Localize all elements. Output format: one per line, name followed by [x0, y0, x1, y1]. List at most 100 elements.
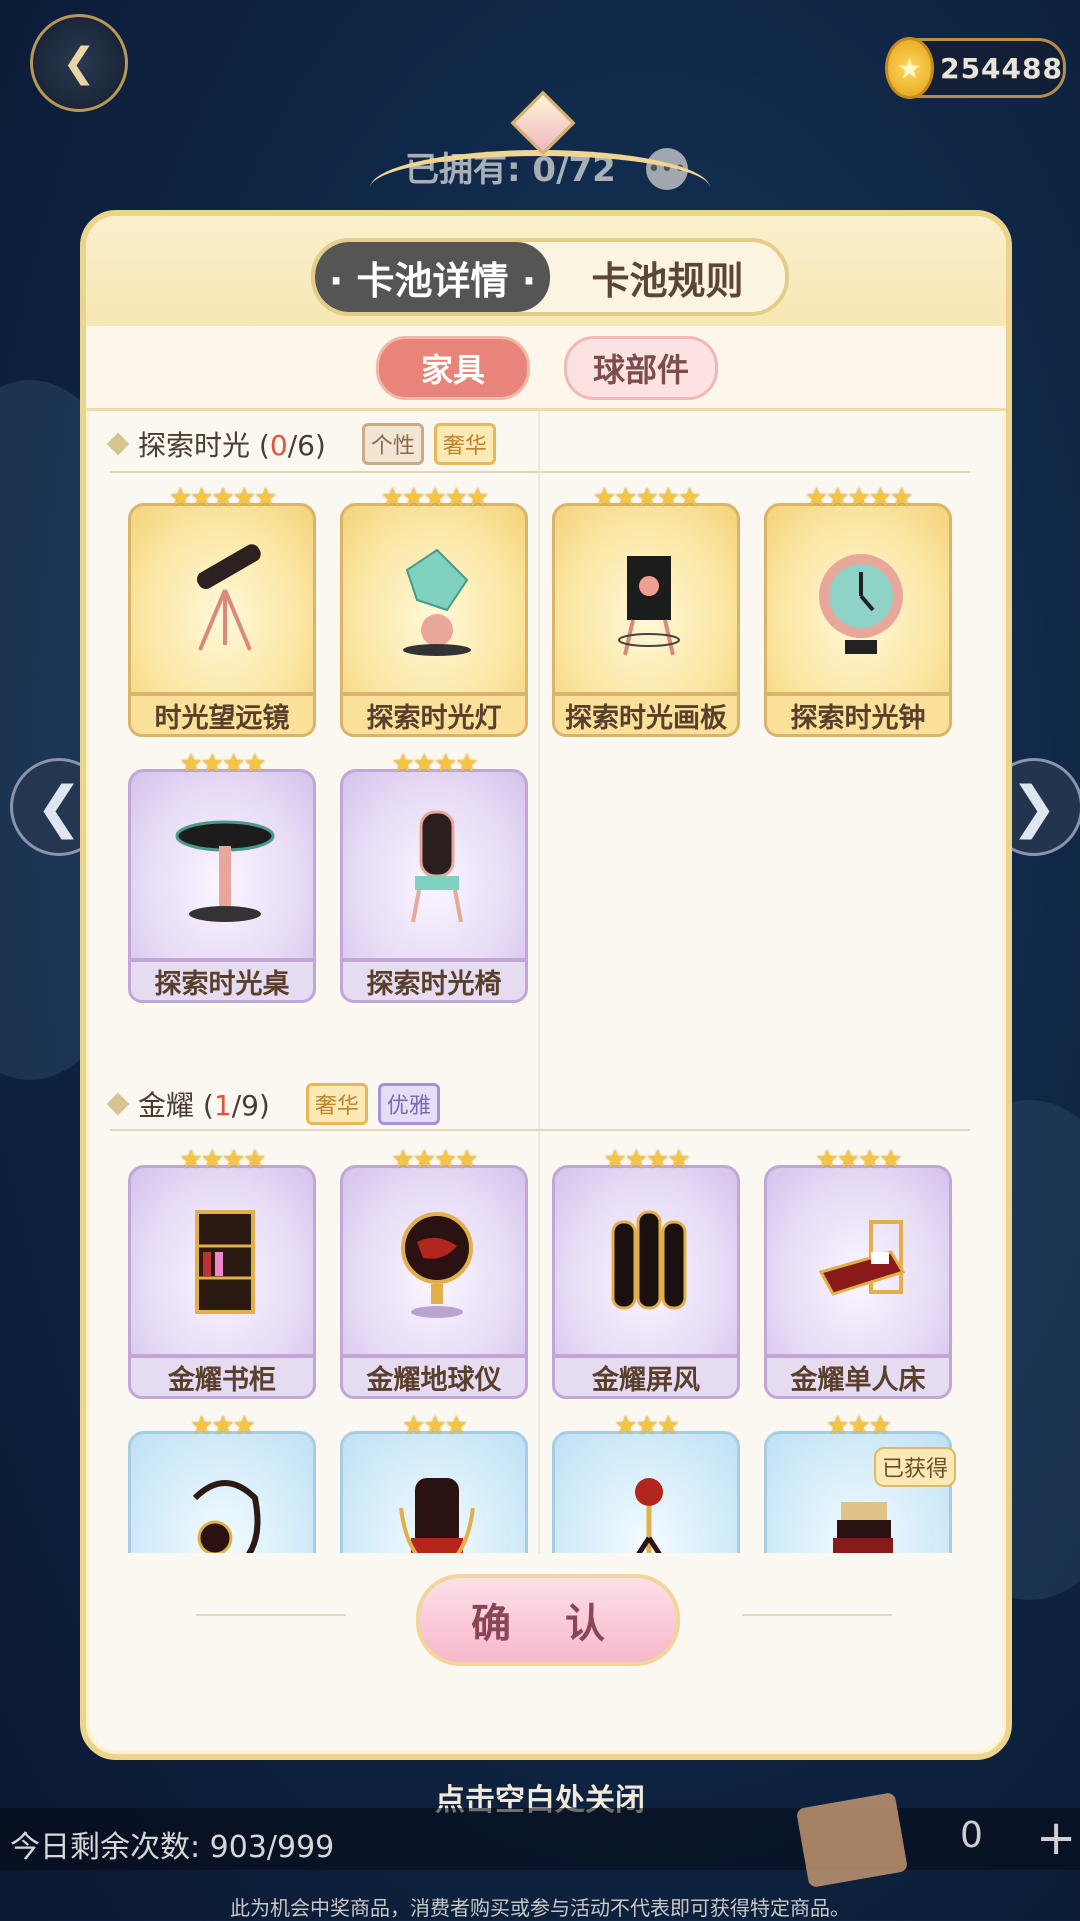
ticket-count: 0	[960, 1815, 983, 1856]
star-rating: ★★★★★	[804, 483, 914, 513]
chair-icon	[411, 810, 463, 923]
chevron-left-icon: ❮	[35, 774, 83, 840]
tab-pool-rules[interactable]: 卡池规则	[550, 242, 785, 312]
star-rating: ★★★★★	[380, 483, 490, 513]
confirm-button[interactable]: 确 认	[416, 1574, 680, 1666]
bookcase-icon	[195, 1210, 255, 1314]
section-header-golden: 金耀 (1/9) 奢华 优雅	[106, 1083, 440, 1125]
star-rating: ★★★★	[391, 1145, 478, 1175]
item-name: 金耀屏风	[552, 1355, 740, 1399]
back-button[interactable]: ❮	[30, 14, 128, 112]
item-image	[552, 1165, 740, 1357]
throne-icon	[399, 1478, 475, 1553]
divider	[538, 411, 540, 1553]
item-card[interactable]: 探索时光画板 ★★★★★	[552, 483, 740, 737]
easel-icon	[618, 556, 680, 656]
disclaimer-text: 此为机会中奖商品，消费者购买或参与活动不代表即可获得特定商品。	[230, 1896, 850, 1920]
owned-badge: 已获得	[873, 1447, 956, 1487]
clock-icon	[819, 554, 903, 654]
tag-personality: 个性	[361, 423, 424, 465]
item-scroll-area[interactable]: 探索时光 (0/6) 个性 奢华 时光望远镜 ★★★★★ 探索时光灯 ★★★★★	[86, 411, 1006, 1553]
item-image	[340, 1165, 528, 1357]
section-title: 探索时光 (0/6)	[138, 429, 326, 462]
item-image	[128, 769, 316, 961]
item-name: 金耀地球仪	[340, 1355, 528, 1399]
chevron-right-icon: ❯	[1010, 774, 1058, 840]
item-name: 探索时光灯	[340, 693, 528, 737]
item-image	[128, 503, 316, 695]
subtab-furniture[interactable]: 家具	[376, 336, 530, 400]
item-card[interactable]: 探索时光灯 ★★★★★	[340, 483, 528, 737]
item-name: 探索时光钟	[764, 693, 952, 737]
star-rating: ★★★	[614, 1411, 680, 1441]
item-card[interactable]: ★★★	[340, 1411, 528, 1553]
star-rating: ★★★★★	[168, 483, 278, 513]
section-divider	[110, 471, 970, 473]
star-rating: ★★★★	[179, 749, 266, 779]
item-card[interactable]: 金耀屏风 ★★★★	[552, 1145, 740, 1399]
screen-divider-icon	[611, 1210, 687, 1310]
sub-tab-bar	[86, 328, 1006, 411]
coin-balance: ★ 254488	[885, 37, 1066, 99]
lamp-icon	[192, 1480, 261, 1553]
diamond-icon	[106, 432, 130, 456]
item-image	[128, 1165, 316, 1357]
item-image	[340, 1431, 528, 1553]
globe-icon	[401, 1212, 473, 1318]
item-name: 探索时光桌	[128, 959, 316, 1003]
item-card[interactable]: 时光望远镜 ★★★★★	[128, 483, 316, 737]
section-divider	[110, 1129, 970, 1131]
pool-detail-panel: · 卡池详情 · 卡池规则 家具 球部件 探索时光 (0/6) 个性 奢华 时光…	[80, 210, 1012, 1760]
coin-value: 254488	[940, 51, 1063, 85]
star-rating: ★★★★	[179, 1145, 266, 1175]
section-header-explore: 探索时光 (0/6) 个性 奢华	[106, 423, 496, 465]
coat-rack-icon	[635, 1478, 663, 1553]
item-card[interactable]: 金耀书柜 ★★★★	[128, 1145, 316, 1399]
back-arrow-icon: ❮	[62, 40, 96, 86]
tag-elegant: 优雅	[377, 1083, 440, 1125]
item-name: 时光望远镜	[128, 693, 316, 737]
remaining-count: 今日剩余次数: 903/999	[10, 1830, 335, 1865]
star-rating: ★★★	[402, 1411, 468, 1441]
item-card[interactable]: ★★★	[552, 1411, 740, 1553]
item-card[interactable]: 探索时光桌 ★★★★	[128, 749, 316, 1003]
decor-line-right	[742, 1614, 892, 1616]
item-card[interactable]: 金耀地球仪 ★★★★	[340, 1145, 528, 1399]
item-name: 金耀单人床	[764, 1355, 952, 1399]
item-card[interactable]: 探索时光钟 ★★★★★	[764, 483, 952, 737]
star-rating: ★★★★	[815, 1145, 902, 1175]
star-rating: ★★★★★	[592, 483, 702, 513]
item-name: 金耀书柜	[128, 1355, 316, 1399]
diamond-icon	[106, 1092, 130, 1116]
item-image	[552, 503, 740, 695]
item-card[interactable]: 已获得 ★★★	[764, 1411, 956, 1553]
panel-header: · 卡池详情 · 卡池规则	[86, 216, 1006, 326]
item-image	[128, 1431, 316, 1553]
bed-icon	[818, 1220, 906, 1296]
star-rating: ★★★	[190, 1411, 256, 1441]
section-title: 金耀 (1/9)	[138, 1089, 270, 1122]
item-card[interactable]: ★★★	[128, 1411, 316, 1553]
item-name: 探索时光椅	[340, 959, 528, 1003]
star-rating: ★★★★	[391, 749, 478, 779]
item-image	[764, 1165, 952, 1357]
item-image	[552, 1431, 740, 1553]
item-name: 探索时光画板	[552, 693, 740, 737]
lamp-icon	[403, 548, 471, 656]
item-image	[340, 769, 528, 961]
confirm-area: 确 认	[86, 1554, 1006, 1674]
telescope-icon	[196, 544, 261, 651]
item-card[interactable]: 金耀单人床 ★★★★	[764, 1145, 952, 1399]
item-image	[764, 503, 952, 695]
star-rating: ★★★	[826, 1411, 892, 1441]
table-icon	[175, 820, 275, 922]
main-tabs: · 卡池详情 · 卡池规则	[311, 238, 789, 316]
tag-luxury: 奢华	[305, 1083, 368, 1125]
tab-pool-details[interactable]: · 卡池详情 ·	[315, 242, 550, 312]
item-image	[340, 503, 528, 695]
subtab-ball-parts[interactable]: 球部件	[564, 336, 718, 400]
item-card[interactable]: 探索时光椅 ★★★★	[340, 749, 528, 1003]
add-ticket-button[interactable]: +	[1036, 1810, 1076, 1866]
tag-luxury: 奢华	[433, 423, 496, 465]
star-rating: ★★★★	[603, 1145, 690, 1175]
